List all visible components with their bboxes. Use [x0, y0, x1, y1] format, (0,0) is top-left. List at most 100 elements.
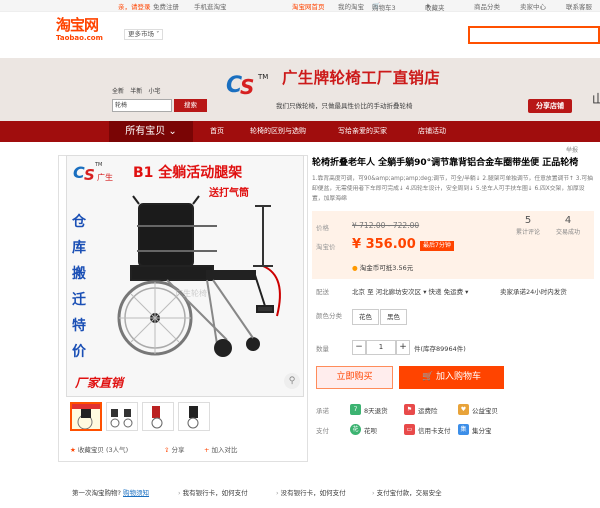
pay-jifenbao[interactable]: 集分宝 [472, 425, 492, 435]
search-input[interactable] [468, 26, 600, 44]
corner-text: 山 [592, 92, 600, 106]
star-icon: ★ [70, 446, 78, 454]
has-card-link[interactable]: › 我有银行卡，如何支付 [178, 487, 248, 497]
share-item-button[interactable]: ⇪ 分享 [164, 444, 185, 454]
seller-center-link[interactable]: 卖家中心 [520, 1, 546, 11]
promo-price: ¥ 356.00 [352, 237, 416, 252]
svg-text:TM: TM [94, 162, 102, 168]
color-option-black[interactable]: 黑色 [380, 309, 407, 325]
thumbnail-2[interactable] [106, 402, 138, 431]
no-card-link[interactable]: › 没有银行卡，如何支付 [276, 487, 346, 497]
thumbnail-1[interactable] [70, 402, 102, 431]
stat-reviews[interactable]: 5 累计评论 [508, 215, 548, 236]
search-filters: 全新 半新 小宅 [112, 86, 207, 95]
stock-count: 件(库存89964件) [414, 345, 466, 353]
register-link[interactable]: 免费注册 [153, 1, 179, 11]
svg-text:S: S [84, 166, 95, 184]
shop-title-block: C S TM 广生牌轮椅工厂直销店 我们只做轮椅，只做最具性价比的手动折叠轮椅 [226, 62, 506, 112]
pay-credit-card[interactable]: 信用卡支付 [418, 425, 451, 435]
login-link[interactable]: 亲，请登录 [118, 1, 151, 11]
svg-text:搬: 搬 [72, 265, 86, 282]
thumbnail-image [72, 404, 100, 429]
pay-huabei[interactable]: 花呗 [364, 425, 377, 435]
shipping-note: 卖家承诺24小时内发货 [500, 288, 567, 296]
original-price: ¥ 712.00 - 722.00 [352, 221, 420, 230]
chevron-down-icon: ⌄ [165, 126, 177, 137]
share-shop-button[interactable]: 分享店铺 [528, 99, 572, 113]
charity-icon: ♥ [458, 404, 469, 415]
promise-return[interactable]: 8天退货 [364, 405, 388, 415]
favorite-item-button[interactable]: ★ 收藏宝贝 (3人气) [70, 444, 128, 454]
taobao-coin-note: ● 淘金币可抵3.56元 [352, 264, 414, 272]
mobile-link[interactable]: 手机逛淘宝 [194, 1, 227, 11]
svg-text:特: 特 [72, 317, 86, 334]
nav-home[interactable]: 首页 [210, 121, 224, 142]
seven-day-return-icon: 7 [350, 404, 361, 415]
svg-text:库: 库 [72, 239, 86, 256]
quantity-input[interactable]: 1 [366, 340, 396, 355]
promo-label: 淘宝价 [316, 243, 336, 251]
quantity-decrease-button[interactable]: − [352, 340, 366, 355]
thumbnail-image [143, 403, 173, 430]
quantity-increase-button[interactable]: + [396, 340, 410, 355]
categories-link[interactable]: 商品分类 [474, 1, 500, 11]
share-icon: ⇪ [164, 446, 172, 454]
promise-insurance[interactable]: 运费险 [418, 405, 438, 415]
alipay-link[interactable]: › 支付宝付款，交易安全 [372, 487, 442, 497]
credit-card-icon: ▭ [404, 424, 415, 435]
add-to-cart-button[interactable]: 🛒 加入购物车 [399, 366, 504, 389]
home-link[interactable]: 淘宝网首页 [292, 1, 325, 11]
payment-label: 支付 [316, 427, 329, 435]
shipping-selector[interactable]: 北京 至 河北廊坊安次区 ▾ 快递 免运费 ▾ [352, 286, 468, 296]
color-label: 颜色分类 [316, 312, 342, 320]
more-markets-dropdown[interactable]: 更多市场 ˅ [124, 29, 164, 40]
thumbnail-image [107, 403, 137, 430]
shop-slogan: 我们只做轮椅，只做最具性价比的手动折叠轮椅 [276, 102, 413, 110]
promise-charity[interactable]: 公益宝贝 [472, 405, 498, 415]
thumbnail-3[interactable] [142, 402, 174, 431]
wheelchair-image: C S TM 广生 B1 全躺活动腿架 送打气筒 仓 库 搬 迁 特 价 厂家直… [67, 156, 303, 396]
filter-other[interactable]: 小宅 [149, 88, 161, 95]
taobao-logo[interactable]: 淘宝网 Taobao.com [56, 17, 116, 49]
report-link[interactable]: 举报 [566, 145, 578, 154]
jifenbao-icon: 集 [458, 424, 469, 435]
chevron-down-icon: ˅ [154, 30, 160, 38]
nav-letter-to-buyers[interactable]: 写给亲爱的买家 [338, 121, 387, 142]
product-title: 轮椅折叠老年人 全躺手躺90°调节靠背铝合金车圈带坐便 正品轮椅 [312, 158, 579, 168]
product-main-image[interactable]: C S TM 广生 B1 全躺活动腿架 送打气筒 仓 库 搬 迁 特 价 厂家直… [66, 155, 304, 397]
my-taobao-link[interactable]: 我的淘宝 [338, 1, 364, 11]
customer-service-link[interactable]: 联系客服 [566, 1, 592, 11]
stat-transactions[interactable]: 4 交易成功 [548, 215, 588, 236]
shop-search: 全新 半新 小宅 轮椅 搜索 [112, 86, 207, 116]
svg-text:TM: TM [257, 73, 268, 81]
guide-link[interactable]: 购物须知 [123, 489, 149, 497]
filter-new[interactable]: 全新 [112, 88, 124, 95]
shop-search-input[interactable]: 轮椅 [112, 99, 172, 112]
nav-shop-events[interactable]: 店铺活动 [418, 121, 446, 142]
huabei-icon: 花 [350, 424, 361, 435]
quantity-label: 数量 [316, 345, 329, 353]
plus-icon: + [204, 446, 212, 454]
cart-icon: 🛒 [421, 372, 437, 382]
svg-text:B1 全躺活动腿架: B1 全躺活动腿架 [133, 164, 242, 181]
svg-text:广生: 广生 [97, 172, 113, 182]
shipping-insurance-icon: ⚑ [404, 404, 415, 415]
svg-text:广生轮椅: 广生轮椅 [175, 288, 207, 298]
buy-now-button[interactable]: 立即购买 [316, 366, 393, 389]
svg-text:价: 价 [72, 344, 87, 360]
nav-wheelchair-guide[interactable]: 轮椅的区别与选购 [250, 121, 306, 142]
zoom-icon[interactable]: ⚲ [284, 373, 300, 389]
filter-half-new[interactable]: 半新 [130, 88, 142, 95]
shop-logo-icon: C S TM [226, 73, 268, 98]
svg-text:送打气筒: 送打气筒 [208, 186, 249, 199]
first-time-text: 第一次淘宝购物? 购物须知 [72, 489, 150, 497]
top-bar: 亲，请登录 免费注册 手机逛淘宝 淘宝网首页 我的淘宝 🛒 购物车3 ★ 收藏夹 商… [0, 0, 600, 12]
shop-search-button[interactable]: 搜索 [174, 99, 207, 112]
thumbnail-4[interactable] [178, 402, 210, 431]
svg-text:仓: 仓 [71, 213, 87, 230]
add-compare-button[interactable]: + 加入对比 [204, 444, 238, 454]
all-items-menu[interactable]: 所有宝贝 ⌄ [109, 121, 193, 142]
color-option-floral[interactable]: 花色 [352, 309, 379, 325]
svg-text:S: S [240, 75, 254, 98]
svg-text:迁: 迁 [72, 291, 86, 308]
